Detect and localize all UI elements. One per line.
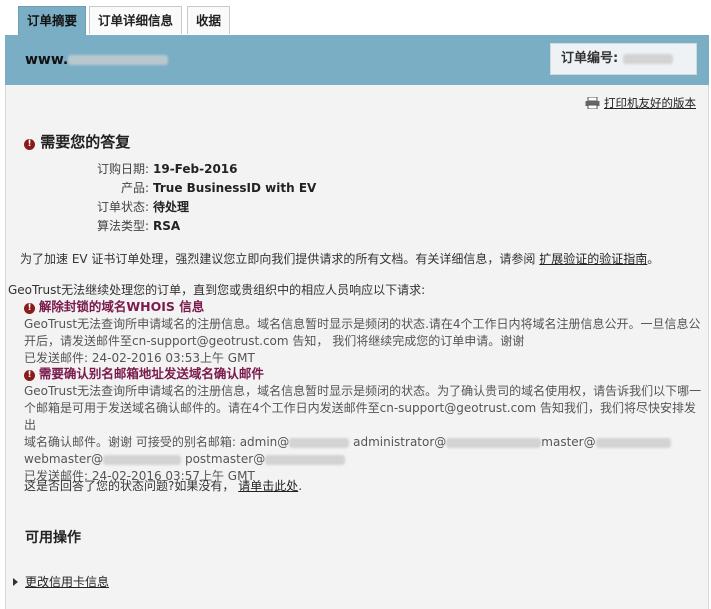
redacted-domain — [103, 454, 182, 465]
advice-paragraph: 为了加速 EV 证书订单处理，强烈建议您立即向我们提供请求的所有文档。有关详细信… — [20, 251, 659, 268]
redacted-domain — [289, 437, 350, 448]
question-text: 这是否回答了您的状态问题?如果没有， — [24, 479, 235, 493]
field-label: 订购日期: — [96, 162, 149, 176]
issue-text-line: webmaster@ postmaster@ — [24, 451, 708, 468]
issue-title: 需要确认别名邮箱地址发送域名确认邮件 — [38, 366, 264, 381]
redacted-domain — [68, 55, 169, 65]
tab-receipt[interactable]: 收据 — [187, 6, 231, 34]
field-value: True BusinessID with EV — [153, 181, 317, 195]
order-field-row: 产品: True BusinessID with EV — [26, 179, 346, 198]
site-prefix: www. — [25, 52, 69, 68]
redacted-order-number — [622, 53, 673, 64]
tab-order-details[interactable]: 订单详细信息 — [89, 6, 183, 34]
order-fields: 订购日期: 19-Feb-2016 产品: True BusinessID with… — [26, 160, 346, 236]
need-response-heading: ! 需要您的答复 — [24, 131, 130, 152]
field-value: RSA — [153, 219, 181, 233]
field-value: 待处理 — [153, 200, 190, 214]
field-label: 订单状态: — [96, 200, 149, 214]
continue-text: GeoTrust无法继续处理您的订单，直到您或贵组织中的相应人员响应以下请求: — [8, 283, 426, 297]
order-summary-panel: 打印机友好的版本 ! 需要您的答复 订购日期: 19-Feb-2016 产品: Tr… — [5, 85, 709, 609]
order-number-box: 订单编号: — [550, 43, 697, 75]
redacted-domain — [595, 437, 671, 448]
alert-icon: ! — [24, 370, 35, 381]
field-label: 算法类型: — [96, 219, 149, 233]
print-link-area: 打印机友好的版本 — [585, 95, 696, 111]
question-paragraph: 这是否回答了您的状态问题?如果没有， 请单击此处. — [24, 478, 302, 495]
action-item: 更改信用卡信息 — [13, 573, 109, 590]
order-field-row: 订购日期: 19-Feb-2016 — [26, 160, 346, 179]
issue-alias-email: ! 需要确认别名邮箱地址发送域名确认邮件 GeoTrust无法查询所申请域名的注… — [24, 365, 708, 485]
alert-icon: ! — [24, 139, 35, 150]
issue-text-line: GeoTrust无法查询所申请域名的注册信息，域名信息暂时显示是频闭的状态。为了… — [24, 384, 702, 398]
triangle-right-icon — [13, 578, 18, 586]
order-field-row: 订单状态: 待处理 — [26, 198, 346, 217]
need-response-title: 需要您的答复 — [40, 133, 131, 151]
question-end: . — [298, 479, 303, 493]
printer-icon — [585, 97, 600, 109]
issue-text-line: 个邮箱是可用于发送域名确认邮件的。请在4个工作日内发送邮件至cn-support… — [24, 401, 697, 432]
tab-bar: 订单摘要 订单详细信息 收据 — [0, 0, 711, 37]
advice-text: 为了加速 EV 证书订单处理，强烈建议您立即向我们提供请求的所有文档。有关详细信… — [20, 252, 536, 266]
alias-email: master@ — [541, 435, 596, 449]
issue-text-line: GeoTrust无法查询所申请域名的注册信息。域名信息暂时显示是频闭的状态.请在… — [24, 317, 701, 331]
alias-email: postmaster@ — [184, 452, 266, 466]
alias-email: admin@ — [239, 435, 290, 449]
redacted-domain — [446, 437, 542, 448]
site-domain: www. — [25, 52, 169, 68]
click-here-link[interactable]: 请单击此处 — [238, 479, 298, 493]
alert-icon: ! — [24, 303, 35, 314]
alias-intro: 域名确认邮件。谢谢 可接受的别名邮箱: — [24, 435, 236, 449]
advice-end: 。 — [647, 252, 660, 266]
order-header: www. 订单编号: — [5, 35, 709, 85]
change-credit-card-link[interactable]: 更改信用卡信息 — [25, 575, 109, 589]
validation-guide-link[interactable]: 扩展验证的验证指南 — [539, 252, 647, 266]
alias-email: webmaster@ — [24, 452, 104, 466]
field-label: 产品: — [120, 181, 149, 195]
alias-email: administrator@ — [353, 435, 447, 449]
issue-text-line: 域名确认邮件。谢谢 可接受的别名邮箱: admin@ administrator… — [24, 434, 708, 451]
issue-text-line: 开后，请发送邮件至cn-support@geotrust.com 告知， 我们将… — [24, 334, 525, 348]
printer-friendly-link[interactable]: 打印机友好的版本 — [604, 96, 696, 110]
field-value: 19-Feb-2016 — [153, 162, 238, 176]
order-number-label: 订单编号: — [561, 51, 619, 66]
available-actions-heading: 可用操作 — [25, 530, 81, 546]
redacted-domain — [265, 454, 346, 465]
issue-whois: ! 解除封锁的域名WHOIS 信息 GeoTrust无法查询所申请域名的注册信息… — [24, 298, 701, 367]
tab-order-summary[interactable]: 订单摘要 — [18, 6, 87, 37]
order-field-row: 算法类型: RSA — [26, 217, 346, 236]
issue-title: 解除封锁的域名WHOIS 信息 — [38, 299, 205, 314]
